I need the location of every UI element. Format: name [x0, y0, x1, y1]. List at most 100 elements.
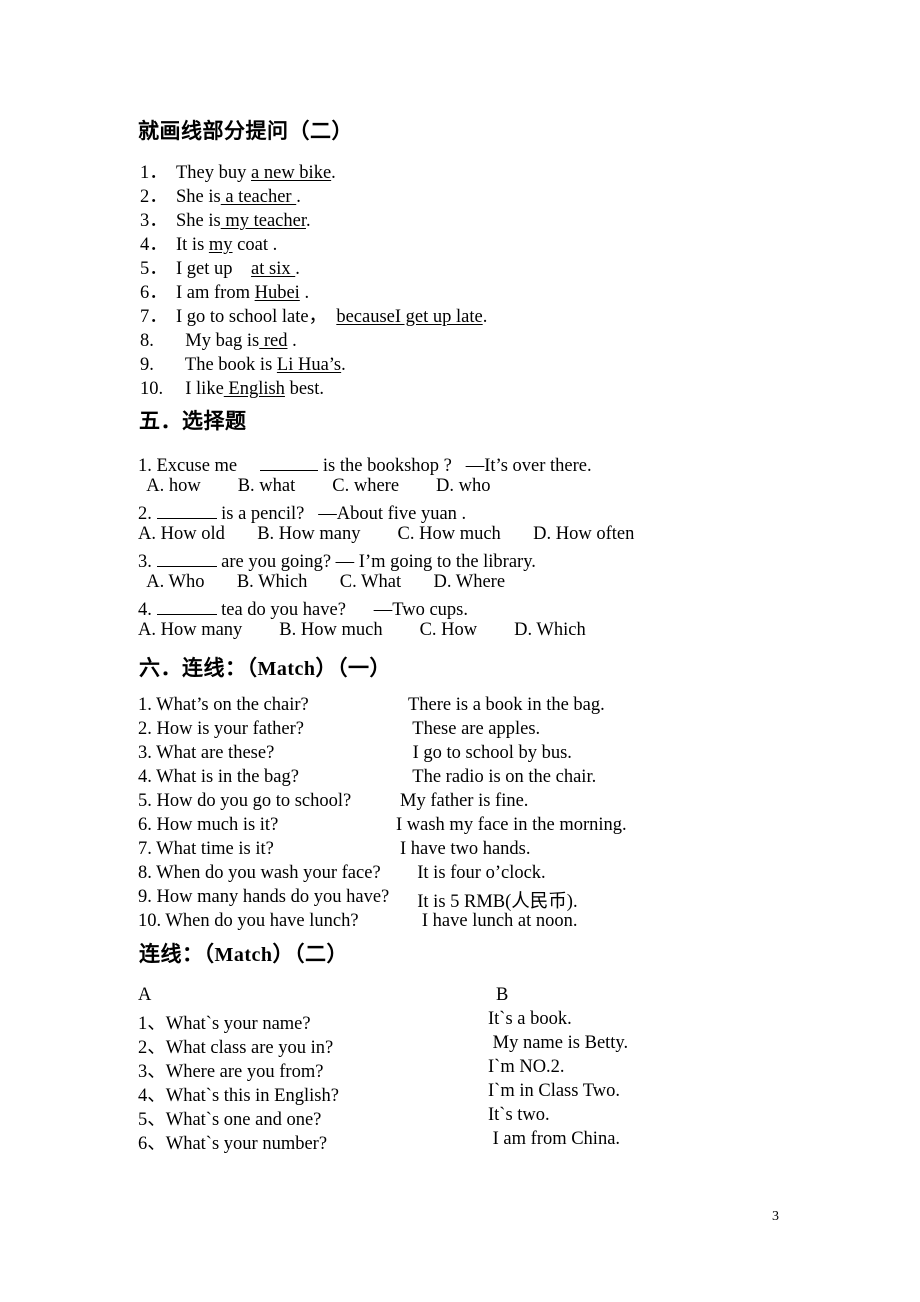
list-item-pre: I get up	[176, 259, 252, 279]
underlined-answer: becauseI get up late	[336, 307, 483, 327]
list-item-post: .	[331, 163, 336, 183]
section-heading-match-two: 连线：（Match）（二）	[139, 942, 349, 966]
list-item: 4． It is my coat .	[140, 236, 277, 255]
list-item-pre: I like	[176, 379, 224, 399]
document-page: 就画线部分提问（二） 1． They buy a new bike. 2． She …	[0, 0, 920, 1302]
list-item: 8. My bag is red .	[140, 332, 297, 351]
match-left-item[interactable]: 1、What`s your name?	[138, 1009, 311, 1035]
list-item-post: best.	[284, 379, 324, 399]
mc-stem-pre: 3.	[138, 552, 157, 573]
match-right-item[interactable]: I have two hands.	[400, 839, 531, 860]
column-a-label: A	[138, 985, 152, 1005]
match-left-item[interactable]: 6. How much is it?	[138, 815, 278, 836]
list-item-post: .	[287, 331, 297, 351]
match-right-item[interactable]: My name is Betty.	[488, 1033, 628, 1054]
page-number: 3	[772, 1209, 779, 1224]
list-item-pre: I am from	[176, 283, 255, 303]
underlined-answer: English	[223, 379, 285, 399]
match-right-item[interactable]: It is 5 RMB(人民币).	[408, 887, 578, 913]
list-item-pre: They buy	[176, 163, 252, 183]
mc-stem-pre: 2.	[138, 504, 157, 525]
match-left-item[interactable]: 4、What`s this in English?	[138, 1081, 339, 1107]
match-right-item[interactable]: It`s a book.	[488, 1009, 572, 1030]
match-left-item[interactable]: 1. What’s on the chair?	[138, 695, 309, 716]
mc-question-stem: 3. are you going? — I’m going to the lib…	[138, 549, 536, 572]
match-left-item[interactable]: 5、What`s one and one?	[138, 1105, 321, 1131]
match-left-item[interactable]: 7. What time is it?	[138, 839, 274, 860]
column-b-label: B	[496, 985, 509, 1005]
underlined-answer: at six	[251, 259, 296, 279]
section-heading-five: 五．选择题	[139, 409, 247, 433]
match-left-item[interactable]: 3、Where are you from?	[138, 1057, 323, 1083]
answer-blank[interactable]	[260, 453, 319, 472]
match-left-item[interactable]: 5. How do you go to school?	[138, 791, 351, 812]
section-heading-six-latin: Match	[257, 658, 316, 680]
mc-question-stem: 2. is a pencil? —About five yuan .	[138, 501, 466, 524]
section-heading-six: 六．连线：（Match）（一）	[139, 656, 392, 680]
section-heading-six-suffix: ）（一）	[315, 656, 392, 680]
list-item: 2． She is a teacher .	[140, 188, 301, 207]
match-right-item[interactable]: I am from China.	[488, 1129, 620, 1150]
match-left-item[interactable]: 3. What are these?	[138, 743, 274, 764]
list-item: 1． They buy a new bike.	[140, 164, 336, 183]
list-item-post: .	[305, 211, 311, 231]
list-item: 7． I go to school late， becauseI get up l…	[140, 308, 487, 327]
mc-options[interactable]: A. how B. what C. where D. who	[138, 477, 490, 496]
match-left-item[interactable]: 4. What is in the bag?	[138, 767, 299, 788]
match-right-text: It is 5 RMB(人民币).	[408, 892, 578, 912]
underlined-answer: a new bike	[251, 163, 332, 183]
list-item: 6． I am from Hubei .	[140, 284, 309, 303]
mc-options[interactable]: A. How old B. How many C. How much D. Ho…	[138, 525, 634, 544]
list-item-post: .	[299, 283, 310, 303]
section-heading-underline-questions: 就画线部分提问（二）	[138, 119, 353, 143]
match-left-item[interactable]: 10. When do you have lunch?	[138, 911, 359, 932]
list-item-number: 8.	[140, 331, 154, 351]
answer-blank[interactable]	[156, 501, 217, 520]
list-item-number: 3．	[140, 211, 168, 231]
match-right-item[interactable]: These are apples.	[408, 719, 540, 740]
list-item-pre: She is	[176, 211, 221, 231]
mc-stem-pre: 1. Excuse me	[138, 456, 261, 477]
match-right-item[interactable]: I have lunch at noon.	[408, 911, 578, 932]
mc-stem-post: is the bookshop ? —It’s over there.	[318, 456, 592, 477]
mc-stem-post: are you going? — I’m going to the librar…	[216, 552, 536, 573]
match-right-item[interactable]: It is four o’clock.	[408, 863, 545, 884]
list-item: 9. The book is Li Hua’s.	[140, 356, 346, 375]
match-right-item[interactable]: It`s two.	[488, 1105, 550, 1126]
list-item-number: 5．	[140, 259, 168, 279]
match-right-item[interactable]: I wash my face in the morning.	[396, 815, 627, 836]
match-left-item[interactable]: 9. How many hands do you have?	[138, 887, 389, 908]
match-left-item[interactable]: 6、What`s your number?	[138, 1129, 327, 1155]
answer-blank[interactable]	[156, 597, 217, 616]
mc-stem-post: is a pencil? —About five yuan .	[216, 504, 467, 525]
mc-question-stem: 4. tea do you have? —Two cups.	[138, 597, 468, 620]
list-item-number: 4．	[140, 235, 168, 255]
list-item-number: 6．	[140, 283, 168, 303]
list-item-pre: I go to school late，	[176, 307, 337, 327]
list-item: 10. I like English best.	[140, 380, 324, 399]
match-right-item[interactable]: I`m NO.2.	[488, 1057, 565, 1078]
mc-options[interactable]: A. Who B. Which C. What D. Where	[138, 573, 505, 592]
list-item-post: .	[341, 355, 346, 375]
answer-blank[interactable]	[156, 549, 217, 568]
section-heading-six-prefix: 六．连线：（	[139, 656, 258, 680]
match-right-item[interactable]: There is a book in the bag.	[408, 695, 605, 716]
mc-question-stem: 1. Excuse me is the bookshop ? —It’s ove…	[138, 453, 592, 476]
match-right-item[interactable]: I`m in Class Two.	[488, 1081, 620, 1102]
list-item-number: 9.	[140, 355, 154, 375]
mc-options[interactable]: A. How many B. How much C. How D. Which	[138, 621, 586, 640]
list-item: 5． I get up at six .	[140, 260, 300, 279]
mc-stem-pre: 4.	[138, 600, 157, 621]
list-item-post: .	[295, 259, 300, 279]
match-left-item[interactable]: 2. How is your father?	[138, 719, 304, 740]
section-heading-match-two-latin: Match	[214, 944, 273, 966]
match-right-item[interactable]: The radio is on the chair.	[408, 767, 596, 788]
list-item-post: coat .	[232, 235, 278, 255]
section-heading-match-two-prefix: 连线：（	[139, 942, 215, 966]
match-right-item[interactable]: My father is fine.	[400, 791, 528, 812]
list-item-number: 10.	[140, 379, 164, 399]
match-left-item[interactable]: 8. When do you wash your face?	[138, 863, 381, 884]
section-heading-match-two-suffix: ）（二）	[272, 942, 349, 966]
match-left-item[interactable]: 2、What class are you in?	[138, 1033, 333, 1059]
match-right-item[interactable]: I go to school by bus.	[408, 743, 572, 764]
